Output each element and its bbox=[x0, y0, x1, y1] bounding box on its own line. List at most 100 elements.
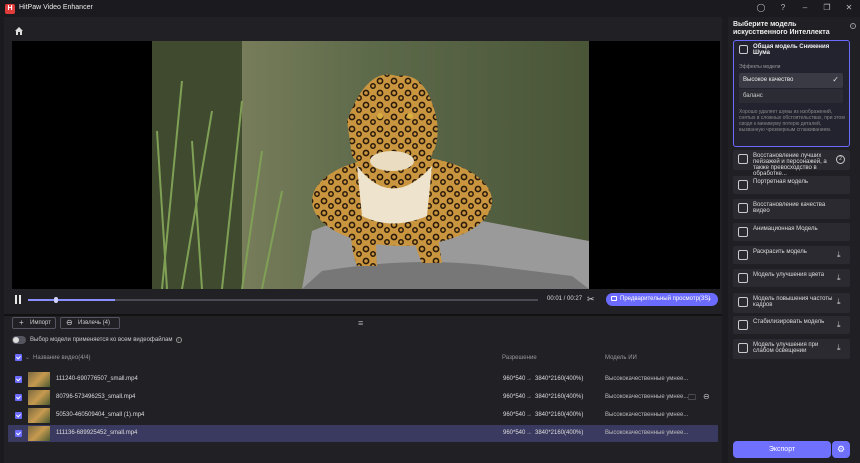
model-card-label: Восстановление лучших пейзажей и персона… bbox=[753, 153, 827, 177]
file-name: 80796-573496253_small.mp4 bbox=[56, 394, 136, 400]
option-high-quality[interactable]: Высокое качество ✓ bbox=[739, 73, 843, 88]
help-icon[interactable]: ? bbox=[778, 3, 788, 12]
portrait-icon bbox=[738, 180, 748, 190]
col-resolution: Разрешение bbox=[502, 355, 537, 361]
video-thumbnail bbox=[28, 426, 50, 441]
remove-icon[interactable]: ⊖ bbox=[703, 392, 710, 401]
file-name: 111240-690776507_small.mp4 bbox=[56, 376, 138, 382]
animation-icon bbox=[738, 227, 748, 237]
video-thumbnail bbox=[28, 408, 50, 423]
video-preview[interactable] bbox=[12, 41, 720, 289]
badge-count[interactable]: 2 bbox=[836, 155, 845, 164]
active-model-card[interactable]: Общая модель Снижения Шума Эффекты модел… bbox=[733, 40, 850, 147]
res-from: 960*540 bbox=[503, 394, 526, 400]
app-logo-icon: H bbox=[5, 4, 15, 14]
model-card[interactable]: Модель повышения частоты кадров ⤓ bbox=[733, 293, 850, 313]
model-card[interactable]: Портретная модель bbox=[733, 176, 850, 194]
denoise-icon bbox=[739, 45, 748, 54]
model-card[interactable]: Восстановление качества видео bbox=[733, 199, 850, 219]
info-icon[interactable]: i bbox=[175, 337, 182, 343]
model-card[interactable]: Стабилизировать модель ⤓ bbox=[733, 316, 850, 334]
color-enhance-icon bbox=[738, 273, 748, 283]
check-icon: ✓ bbox=[832, 75, 839, 84]
arrow-right-icon: → bbox=[526, 394, 532, 400]
res-to: 3840*2160(400%) bbox=[535, 376, 584, 382]
sidebar-title: Выберите модель искусственного Интеллект… bbox=[733, 21, 830, 36]
account-icon[interactable]: ◯ bbox=[756, 3, 766, 12]
model-card-label: Модель улучшения цвета bbox=[753, 272, 825, 278]
colorize-icon bbox=[738, 250, 748, 260]
table-row[interactable]: 111240-690776507_small.mp4 960*540 → 3840*2… bbox=[8, 371, 718, 388]
table-header: ⌄ Название видео(4/4) Разрешение Модель … bbox=[8, 351, 718, 363]
res-to: 3840*2160(400%) bbox=[535, 394, 584, 400]
folder-icon[interactable]: 🗀 bbox=[688, 392, 696, 406]
home-icon[interactable] bbox=[14, 26, 24, 36]
table-row[interactable]: 50530-460509404_small (1).mp4 960*540 → 384… bbox=[8, 407, 718, 424]
sort-icon[interactable]: ⌄ bbox=[25, 354, 30, 361]
preview-button[interactable]: Предварительный просмотр(3S) ⌄ bbox=[606, 293, 718, 306]
model-card[interactable]: Модель улучшения цвета ⤓ bbox=[733, 269, 850, 287]
row-checkbox[interactable] bbox=[15, 394, 22, 401]
remove-label: Извлечь (4) bbox=[78, 320, 111, 326]
minimize-icon[interactable]: – bbox=[800, 3, 810, 12]
table-row[interactable]: 80796-573496253_small.mp4 960*540 → 3840*21… bbox=[8, 389, 718, 406]
res-to: 3840*2160(400%) bbox=[535, 430, 584, 436]
model-description: Хорошо удаляет шумы из изображений, снят… bbox=[739, 109, 845, 133]
row-checkbox[interactable] bbox=[15, 376, 22, 383]
download-icon[interactable]: ⤓ bbox=[837, 343, 845, 352]
divider bbox=[4, 314, 722, 316]
remove-button[interactable]: ⊖ Извлечь (4) bbox=[60, 317, 120, 329]
option-label: Высокое качество bbox=[743, 77, 794, 83]
scissors-icon[interactable]: ✂ bbox=[587, 294, 595, 305]
res-from: 960*540 bbox=[503, 430, 526, 436]
model-card-label: Модель повышения частоты кадров bbox=[753, 296, 833, 308]
camera-icon bbox=[611, 296, 617, 301]
restore-icon bbox=[738, 203, 748, 213]
chevron-down-icon[interactable]: ⌄ bbox=[707, 293, 712, 306]
close-icon[interactable]: ✕ bbox=[844, 3, 854, 12]
model-card[interactable]: Восстановление лучших пейзажей и персона… bbox=[733, 150, 850, 177]
video-thumbnail bbox=[28, 390, 50, 405]
res-from: 960*540 bbox=[503, 376, 526, 382]
active-card-title: Общая модель Снижения Шума bbox=[753, 44, 830, 56]
model-card-label: Раскрасить модель bbox=[753, 249, 807, 255]
download-icon[interactable]: ⤓ bbox=[837, 320, 845, 329]
progress-track[interactable] bbox=[28, 297, 538, 303]
time-readout: 00:01 / 00:27 bbox=[547, 296, 583, 302]
table-row[interactable]: 111136-689925452_small.mp4 960*540 → 3840*2… bbox=[8, 425, 718, 442]
row-checkbox[interactable] bbox=[15, 430, 22, 437]
model-name: Высококачественные умнее... bbox=[605, 394, 689, 400]
download-icon[interactable]: ⤓ bbox=[837, 273, 845, 282]
arrow-right-icon: → bbox=[526, 376, 532, 382]
download-icon[interactable]: ⤓ bbox=[837, 250, 845, 259]
workspace: 00:01 / 00:27 ✂ Предварительный просмотр… bbox=[4, 17, 722, 463]
preview-label: Предварительный просмотр(3S) bbox=[620, 296, 711, 302]
download-icon[interactable]: ⤓ bbox=[837, 297, 845, 306]
collapse-handle-icon[interactable]: ≡ bbox=[358, 318, 363, 328]
export-button[interactable]: Экспорт bbox=[733, 441, 831, 458]
res-from: 960*540 bbox=[503, 412, 526, 418]
model-name: Высококачественные умнее... bbox=[605, 412, 689, 418]
model-name: Высококачественные умнее... bbox=[605, 376, 689, 382]
model-card[interactable]: Модель улучшения при слабом освещении ⤓ bbox=[733, 339, 850, 359]
video-thumbnail bbox=[28, 372, 50, 387]
option-balance[interactable]: баланс bbox=[739, 89, 843, 103]
model-sidebar: Выберите модель искусственного Интеллект… bbox=[728, 17, 860, 463]
plus-icon: + bbox=[19, 318, 24, 327]
row-checkbox[interactable] bbox=[15, 412, 22, 419]
select-all-checkbox[interactable] bbox=[15, 354, 22, 361]
apply-all-toggle[interactable] bbox=[12, 336, 26, 344]
settings-gear-icon[interactable]: ⚙ bbox=[832, 441, 850, 458]
model-card[interactable]: Анимационная Модель bbox=[733, 223, 850, 241]
model-card-label: Стабилизировать модель bbox=[753, 319, 825, 325]
pause-icon[interactable] bbox=[14, 295, 22, 304]
restore-icon[interactable]: ❐ bbox=[822, 3, 832, 12]
model-card-label: Анимационная Модель bbox=[753, 226, 818, 232]
effects-label: Эффекты модели bbox=[739, 64, 781, 70]
model-card[interactable]: Раскрасить модель ⤓ bbox=[733, 246, 850, 264]
file-name: 50530-460509404_small (1).mp4 bbox=[56, 412, 145, 418]
import-button[interactable]: + Импорт bbox=[12, 317, 56, 329]
model-card-label: Портретная модель bbox=[753, 179, 808, 185]
info-icon[interactable]: i bbox=[850, 23, 856, 29]
progress-thumb[interactable] bbox=[54, 297, 58, 303]
